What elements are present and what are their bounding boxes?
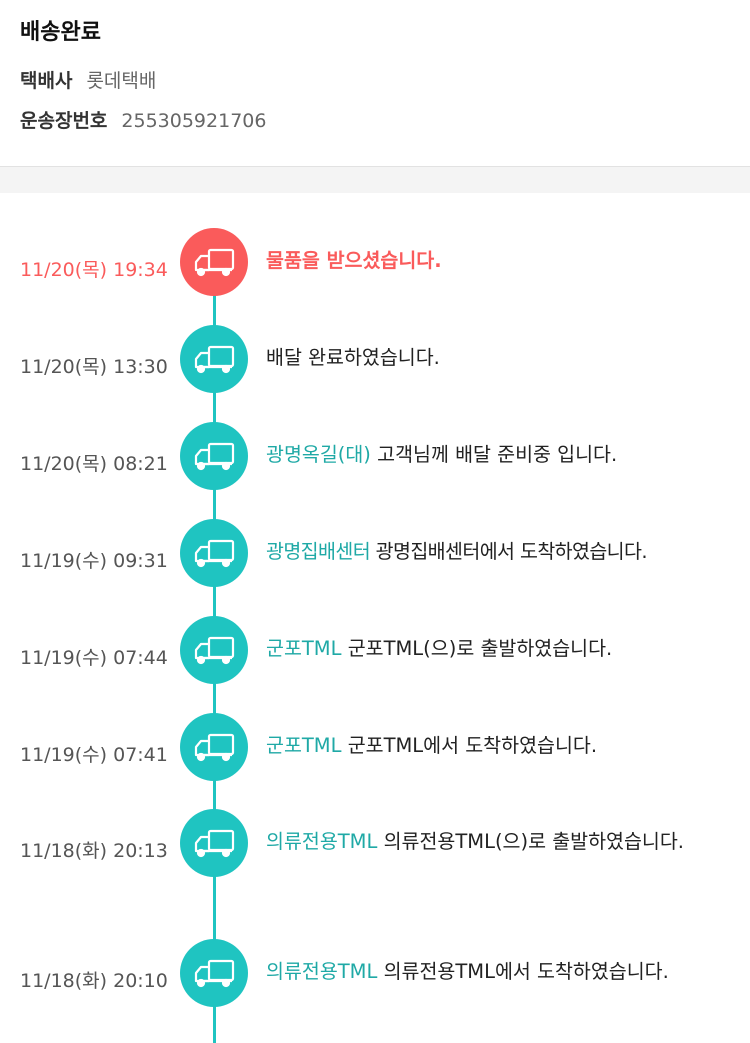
event-time: 11/18(화) 20:13 — [20, 840, 168, 862]
event-message: 광명옥길(대) 고객님께 배달 준비중 입니다. — [266, 440, 742, 470]
event-message: 의류전용TML 의류전용TML(으)로 출발하였습니다. — [266, 827, 742, 857]
event-message-text: 의류전용TML에서 도착하였습니다. — [383, 960, 669, 983]
event-message: 군포TML 군포TML(으)로 출발하였습니다. — [266, 634, 742, 664]
event-location: 광명집배센터 — [266, 540, 371, 563]
delivery-truck-icon — [180, 809, 248, 877]
event-message-text: 군포TML(으)로 출발하였습니다. — [347, 637, 613, 660]
tracking-timeline: 11/20(목) 19:34 물품을 받으셨습니다. 11/20(목) 13:3… — [0, 193, 750, 1043]
event-time: 11/20(목) 19:34 — [20, 259, 168, 281]
event-time: 11/18(화) 20:10 — [20, 970, 168, 992]
delivery-truck-icon — [180, 228, 248, 296]
delivery-truck-icon — [180, 325, 248, 393]
delivery-header: 배송완료 택배사 롯데택배 운송장번호 255305921706 — [0, 0, 750, 167]
event-location: 군포TML — [266, 637, 342, 660]
delivery-truck-icon — [180, 939, 248, 1007]
invoice-label: 운송장번호 — [20, 110, 108, 132]
event-message: 광명집배센터 광명집배센터에서 도착하였습니다. — [266, 537, 742, 567]
delivery-truck-icon — [180, 616, 248, 684]
delivery-truck-icon — [180, 422, 248, 490]
event-time: 11/19(수) 07:41 — [20, 744, 168, 766]
event-location: 의류전용TML — [266, 960, 378, 983]
section-divider — [0, 167, 750, 193]
invoice-number: 255305921706 — [121, 110, 267, 132]
event-message-text: 군포TML에서 도착하였습니다. — [347, 734, 598, 757]
courier-value: 롯데택배 — [86, 70, 157, 92]
event-message-text: 고객님께 배달 준비중 입니다. — [377, 443, 618, 466]
event-location: 광명옥길(대) — [266, 443, 371, 466]
courier-row: 택배사 롯데택배 — [20, 66, 156, 93]
event-location: 의류전용TML — [266, 830, 378, 853]
event-time: 11/20(목) 08:21 — [20, 453, 168, 475]
event-message-text: 광명집배센터에서 도착하였습니다. — [375, 540, 648, 563]
event-message: 군포TML 군포TML에서 도착하였습니다. — [266, 731, 742, 761]
event-time: 11/19(수) 09:31 — [20, 550, 168, 572]
event-message-text: 의류전용TML(으)로 출발하였습니다. — [383, 830, 685, 853]
event-time: 11/19(수) 07:44 — [20, 647, 168, 669]
invoice-row: 운송장번호 255305921706 — [20, 106, 266, 133]
event-message: 의류전용TML 의류전용TML에서 도착하였습니다. — [266, 957, 742, 987]
event-message: 배달 완료하였습니다. — [266, 343, 742, 373]
delivery-status-title: 배송완료 — [20, 20, 101, 45]
delivery-truck-icon — [180, 519, 248, 587]
event-message-text: 배달 완료하였습니다. — [266, 346, 440, 369]
delivery-truck-icon — [180, 713, 248, 781]
event-time: 11/20(목) 13:30 — [20, 356, 168, 378]
event-message: 물품을 받으셨습니다. — [266, 246, 742, 276]
event-message-text: 물품을 받으셨습니다. — [266, 249, 442, 272]
event-location: 군포TML — [266, 734, 342, 757]
courier-label: 택배사 — [20, 70, 73, 92]
